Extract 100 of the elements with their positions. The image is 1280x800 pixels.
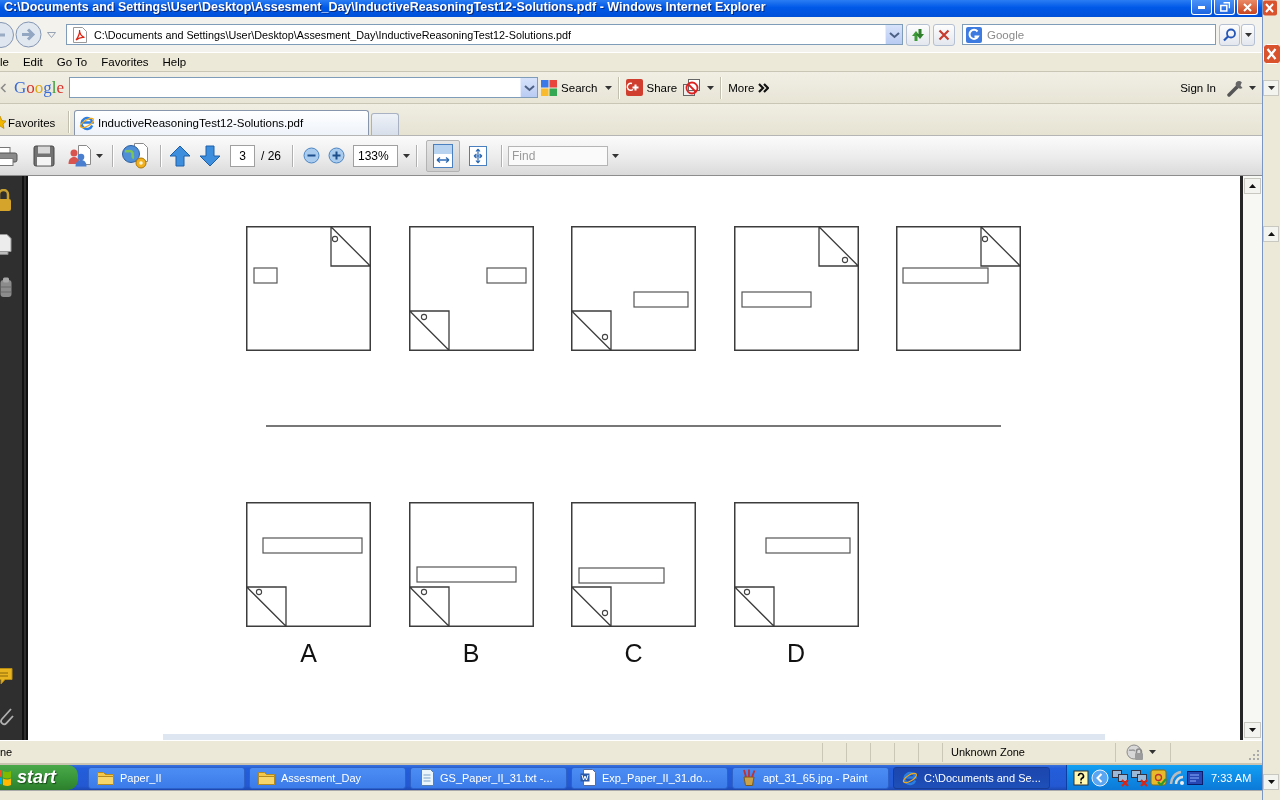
lock-icon[interactable] [0, 189, 12, 211]
browser-icon [902, 769, 918, 786]
find-field[interactable]: Find [508, 145, 608, 166]
paperclip-icon[interactable] [0, 707, 14, 726]
stop-button[interactable] [933, 23, 955, 46]
globe-button[interactable] [121, 142, 149, 169]
close-icon[interactable] [1263, 0, 1277, 16]
scroll-up-button[interactable] [1263, 226, 1279, 242]
menu-item[interactable]: Go To [49, 56, 95, 68]
menu-item[interactable]: Favorites [94, 56, 156, 68]
caret-icon[interactable] [612, 153, 619, 158]
search-button[interactable] [1219, 23, 1240, 46]
taskbar-button[interactable]: Exp_Paper_II_31.do... [571, 766, 728, 789]
close-icon[interactable] [1263, 44, 1280, 64]
check-badge-icon[interactable] [1150, 769, 1167, 786]
globe-lock-icon [1126, 743, 1144, 761]
address-bar[interactable]: C:\Documents and Settings\User\Desktop\Assesment_Day\InductiveReasoningTest12-Solutions.pdf [66, 24, 903, 45]
arrows-icon [910, 26, 926, 43]
scroll-down-button[interactable] [1263, 774, 1279, 790]
signal-icon[interactable] [1169, 769, 1185, 786]
share-button[interactable]: Share [625, 76, 678, 99]
restore-button[interactable] [1214, 0, 1235, 15]
start-button[interactable]: start [0, 765, 78, 790]
wrench-icon [1226, 78, 1244, 97]
network-error-icon[interactable] [1131, 768, 1148, 787]
address-field[interactable]: C:\Documents and Settings\User\Desktop\Assesment_Day\InductiveReasoningTest12-Solutions.pdf [94, 26, 885, 43]
taskbar-button[interactable]: Assesment_Day [249, 766, 406, 789]
caret-icon [47, 31, 56, 38]
blocker-button[interactable] [683, 76, 715, 99]
plus-icon [625, 79, 643, 96]
minimize-button[interactable] [1191, 0, 1212, 15]
folder-icon [97, 770, 114, 785]
network-error-icon[interactable] [1112, 768, 1129, 787]
up-triangle-icon [1249, 184, 1256, 188]
tab[interactable]: InductiveReasoningTest12-Solutions.pdf [74, 110, 369, 135]
caret-icon [1244, 32, 1252, 37]
close-button[interactable] [1237, 0, 1258, 15]
scroll-down-button[interactable] [1244, 722, 1261, 738]
taskbar-button[interactable]: Paper_II [88, 766, 245, 789]
squares-icon [541, 79, 558, 96]
help-icon[interactable] [1073, 769, 1089, 786]
people-menu-button[interactable] [68, 142, 103, 169]
chevron-icon[interactable] [0, 81, 6, 94]
folder-icon [258, 770, 275, 785]
blocked-window-icon [683, 79, 701, 96]
refresh-button[interactable] [906, 23, 930, 46]
option-label: C [624, 639, 643, 667]
up-arrow-icon [169, 144, 191, 167]
search-box[interactable] [69, 77, 539, 98]
scroll-up-button[interactable] [1244, 178, 1261, 194]
protected-mode-button[interactable] [1126, 743, 1156, 761]
monitor-icon[interactable] [1187, 770, 1203, 785]
caret-icon [1149, 750, 1156, 754]
pdf-file-icon [72, 26, 88, 43]
comment-icon[interactable] [0, 667, 13, 685]
favorites-button[interactable]: Favorites [0, 110, 66, 135]
sign-in-link[interactable]: Sign In [1180, 81, 1216, 94]
up-triangle-icon [1267, 232, 1275, 236]
next-page-button[interactable] [199, 142, 221, 169]
menu-item[interactable]: le [0, 56, 16, 68]
fit-width-button[interactable] [426, 139, 460, 172]
horizontal-arrows-icon [432, 143, 454, 168]
letter-tile-icon [966, 26, 982, 43]
taskbar-button[interactable]: C:\Documents and Se... [893, 766, 1050, 789]
page-count: / 26 [261, 148, 281, 163]
notepad-icon [419, 769, 434, 786]
dropdown-button[interactable] [1263, 80, 1279, 96]
page-field[interactable]: 3 [230, 144, 255, 167]
toolbar-logo: Google [14, 77, 65, 98]
search-icon [1223, 27, 1236, 42]
pages-icon[interactable] [0, 234, 12, 255]
zoom-field[interactable]: 133% [353, 144, 398, 167]
restore-icon [1219, 2, 1230, 12]
minus-circle-icon [303, 147, 320, 164]
windows-logo-icon [0, 768, 12, 787]
people-icon [68, 144, 92, 167]
caret-icon [1267, 86, 1275, 90]
taskbar-button[interactable]: GS_Paper_II_31.txt -... [410, 766, 567, 789]
caret-icon [604, 85, 612, 90]
search-field[interactable]: Google [987, 26, 1215, 43]
menu-item[interactable]: Help [155, 56, 194, 68]
down-arrow-icon [199, 144, 221, 167]
resize-grip-icon[interactable] [1248, 749, 1260, 761]
search-box[interactable]: Google [962, 24, 1216, 45]
taskbar-button[interactable]: apt_31_65.jpg - Paint [732, 766, 889, 789]
canister-icon[interactable] [0, 277, 12, 298]
caret-icon [96, 153, 103, 158]
brushes-icon [741, 769, 757, 786]
printer-icon [0, 145, 18, 166]
option-label: B [462, 639, 480, 667]
down-triangle-icon [1267, 780, 1275, 784]
save-button[interactable] [33, 142, 55, 169]
dropdown-button[interactable] [1241, 23, 1255, 46]
more-button[interactable]: More [728, 76, 770, 99]
minimize-icon [1198, 5, 1205, 9]
caret-icon[interactable] [403, 153, 410, 158]
menu-item[interactable]: Edit [15, 56, 50, 68]
option-label: D [786, 639, 806, 667]
search-button[interactable]: Search [541, 76, 612, 99]
browser-icon [79, 115, 95, 131]
